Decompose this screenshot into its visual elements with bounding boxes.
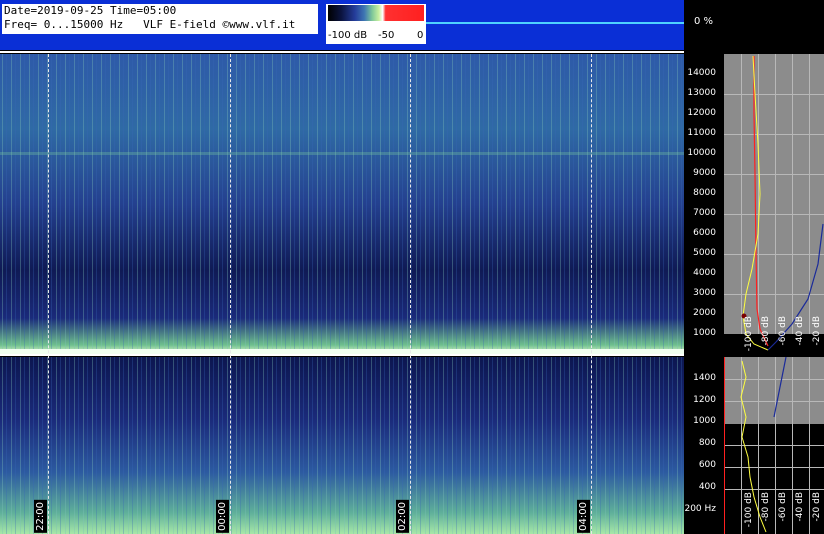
freq-tick-label: 1400 (693, 373, 716, 383)
db-label: -100 dB (744, 316, 754, 352)
freq-tick-label: 600 (698, 460, 716, 470)
freq-tick-label: 14000 (687, 68, 716, 78)
db-label: -100 dB (744, 492, 754, 528)
time-gridline (230, 54, 231, 534)
freq-text: Freq= 0...15000 Hz VLF E-field ©www.vlf.… (4, 18, 296, 31)
time-gridline (410, 54, 411, 534)
separator-line (0, 354, 684, 356)
profile-red-curve (753, 56, 769, 347)
time-label: 04:00 (577, 500, 590, 533)
freq-tick-label: 1000 (693, 328, 716, 338)
freq-tick-label: 8000 (693, 188, 716, 198)
profile-curves (724, 357, 787, 534)
freq-tick-label: 12000 (687, 108, 716, 118)
time-gridline (591, 54, 592, 534)
spectrogram-wideband (0, 54, 684, 354)
db-label: -60 dB (778, 316, 788, 346)
db-label: -80 dB (761, 492, 771, 522)
header-bar: Date=2019-09-25 Time=05:00 Freq= 0...150… (0, 0, 684, 50)
freq-tick-label: 200 Hz (684, 504, 716, 514)
profile-blue-curve (773, 357, 787, 418)
time-label: 22:00 (34, 500, 47, 533)
db-label: -20 dB (812, 492, 822, 522)
colorbar-label-max: 0 (417, 30, 424, 41)
time-label: 00:00 (216, 500, 229, 533)
db-label: -40 dB (795, 316, 805, 346)
freq-tick-label: 7000 (693, 208, 716, 218)
info-box: Date=2019-09-25 Time=05:00 Freq= 0...150… (2, 4, 318, 34)
waveform-trace (426, 22, 684, 24)
spectrum-profile-wideband: -100 dB -80 dB -60 dB -40 dB -20 dB (724, 54, 824, 354)
time-gridline (48, 54, 49, 534)
freq-tick-label: 2000 (693, 308, 716, 318)
freq-tick-label: 400 (698, 482, 716, 492)
colorbar-gradient (328, 5, 424, 21)
colorbar-label-min: -100 dB (328, 30, 368, 41)
db-label: -80 dB (761, 316, 771, 346)
percent-readout: 0 % (694, 16, 714, 27)
colorbar-label-mid: -50 (378, 30, 395, 41)
freq-tick-label: 3000 (693, 288, 716, 298)
db-label: -60 dB (778, 492, 788, 522)
freq-tick-label: 11000 (687, 128, 716, 138)
freq-tick-label: 6000 (693, 228, 716, 238)
freq-tick-label: 10000 (687, 148, 716, 158)
freq-tick-label: 1000 (693, 416, 716, 426)
time-label: 02:00 (396, 500, 409, 533)
freq-tick-label: 1200 (693, 395, 716, 405)
freq-tick-label: 13000 (687, 88, 716, 98)
freq-tick-label: 9000 (693, 168, 716, 178)
colorbar: -100 dB -50 0 (326, 4, 426, 44)
spectrogram-wideband-image (0, 54, 684, 354)
db-label: -20 dB (812, 316, 822, 346)
db-label: -40 dB (795, 492, 805, 522)
freq-tick-label: 800 (698, 438, 716, 448)
freq-tick-label: 5000 (693, 248, 716, 258)
date-time-text: Date=2019-09-25 Time=05:00 (4, 4, 177, 17)
separator-line (0, 51, 684, 53)
spectrum-profile-lowband: -100 dB -80 dB -60 dB -40 dB -20 dB (724, 357, 824, 534)
freq-tick-label: 4000 (693, 268, 716, 278)
profile-curves (741, 55, 824, 351)
